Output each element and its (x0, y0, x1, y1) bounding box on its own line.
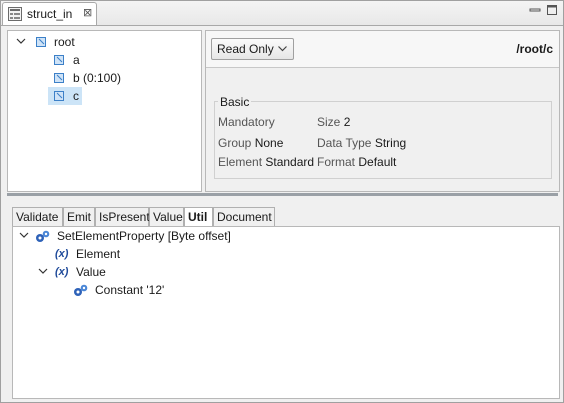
format-property: Format Default (317, 155, 396, 169)
tree-item-label: c (73, 89, 79, 103)
element-icon (54, 55, 64, 65)
tree-item-set-element-property[interactable]: SetElementProperty [Byte offset] (13, 227, 553, 245)
pane-splitter[interactable] (7, 193, 558, 196)
tree-item-b[interactable]: b (0:100) (12, 69, 192, 87)
tree-item-label: Element (76, 247, 121, 261)
chevron-down-icon[interactable] (19, 227, 29, 245)
element-icon (54, 73, 64, 83)
variable-icon: (x) (55, 248, 69, 260)
mode-dropdown-value: Read Only (217, 42, 274, 56)
editor-window: struct_in ⊠ root a b (0:100) c Read Only… (0, 0, 564, 403)
basic-group-title: Basic (218, 95, 252, 109)
tree-item-label: Value (76, 265, 106, 279)
editor-tab-title: struct_in (27, 7, 73, 21)
tree-item-label: Constant '12' (95, 283, 165, 297)
tab-emit[interactable]: Emit (63, 207, 95, 226)
data-type-label: Data Type (317, 136, 372, 150)
tree-item-label: a (73, 53, 80, 67)
mandatory-label: Mandatory (218, 115, 275, 129)
element-property: Element Standard (218, 155, 314, 169)
tree-item-c[interactable]: c (48, 87, 82, 105)
chevron-down-icon (278, 46, 287, 52)
editor-tab-strip: struct_in ⊠ (1, 1, 563, 26)
tree-item-a[interactable]: a (12, 51, 192, 69)
element-icon (36, 37, 46, 47)
message-editor-icon (8, 7, 22, 21)
size-label: Size (317, 115, 341, 129)
properties-pane: Read Only /root/c Basic Mandatory Size 2… (205, 30, 560, 192)
format-label: Format (317, 155, 356, 169)
tree-item-value[interactable]: (x) Value (13, 263, 553, 281)
chevron-down-icon[interactable] (16, 33, 26, 51)
data-type-value: String (374, 136, 407, 150)
group-label: Group (218, 136, 252, 150)
format-value: Default (358, 155, 397, 169)
tree-item-constant[interactable]: Constant '12' (13, 281, 553, 299)
chevron-down-icon[interactable] (38, 263, 48, 281)
tree-item-label: SetElementProperty [Byte offset] (57, 229, 231, 243)
element-label: Element (218, 155, 263, 169)
editor-tab-struct-in[interactable]: struct_in ⊠ (2, 2, 97, 25)
tree-item-root[interactable]: root (12, 33, 192, 51)
size-value: 2 (343, 115, 351, 129)
mode-dropdown[interactable]: Read Only (211, 38, 294, 60)
maximize-icon[interactable] (546, 4, 558, 16)
group-value: None (254, 136, 284, 150)
minimize-icon[interactable] (529, 4, 541, 16)
close-icon[interactable]: ⊠ (83, 6, 92, 19)
gears-icon (36, 230, 50, 242)
tab-util[interactable]: Util (184, 207, 213, 227)
variable-icon: (x) (55, 266, 69, 278)
element-icon (54, 91, 64, 101)
size-property: Size 2 (317, 115, 350, 129)
element-value: Standard (265, 155, 315, 169)
tree-item-element[interactable]: (x) Element (13, 245, 553, 263)
structure-tree: root a b (0:100) c (7, 30, 202, 192)
operation-tree: SetElementProperty [Byte offset] (x) Ele… (12, 226, 560, 399)
tab-validate[interactable]: Validate (12, 207, 63, 226)
tree-item-label: b (0:100) (73, 71, 122, 85)
mandatory-property: Mandatory (218, 115, 275, 129)
element-path: /root/c (516, 42, 553, 56)
tab-document[interactable]: Document (213, 207, 275, 226)
group-property: Group None (218, 136, 283, 150)
tab-value[interactable]: Value (149, 207, 184, 226)
gears-icon (74, 284, 88, 296)
tree-item-label: root (54, 35, 75, 49)
data-type-property: Data Type String (317, 136, 406, 150)
tab-ispresent[interactable]: IsPresent (95, 207, 150, 226)
properties-header: Read Only /root/c (206, 31, 559, 68)
